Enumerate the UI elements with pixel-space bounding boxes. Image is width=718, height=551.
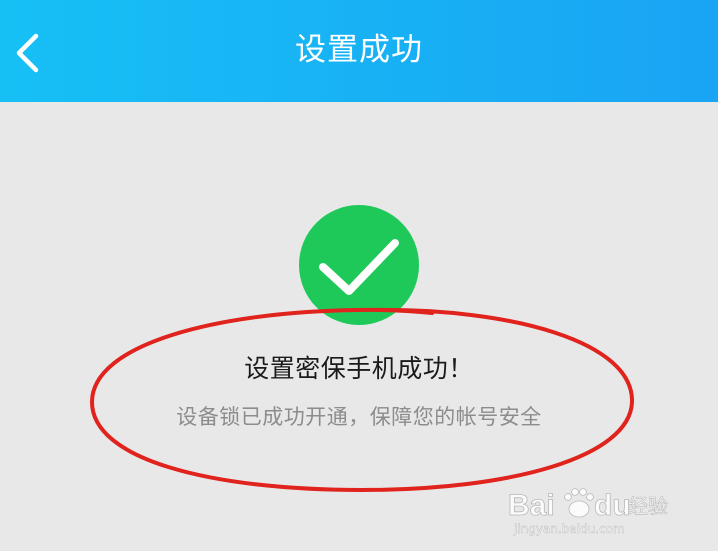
watermark-brand-right: du: [594, 489, 631, 522]
watermark-url: jingyan.baidu.com: [513, 522, 625, 536]
success-screen: 设置成功 设置密保手机成功！ 设备锁已成功开通，保障您的帐号安全 Bai du …: [0, 0, 718, 551]
red-highlight-ellipse: [82, 302, 642, 497]
top-bar: 设置成功: [0, 0, 718, 102]
paw-icon: [564, 488, 594, 518]
baidu-jingyan-watermark: Bai du 经验 jingyan.baidu.com: [506, 479, 676, 539]
watermark-suffix: 经验: [628, 494, 668, 518]
success-title: 设置密保手机成功！: [244, 354, 474, 383]
page-title: 设置成功: [295, 32, 423, 68]
checkmark-circle-icon: [299, 205, 419, 325]
watermark-brand-left: Bai: [508, 489, 555, 522]
success-subtitle: 设备锁已成功开通，保障您的帐号安全: [176, 405, 542, 429]
